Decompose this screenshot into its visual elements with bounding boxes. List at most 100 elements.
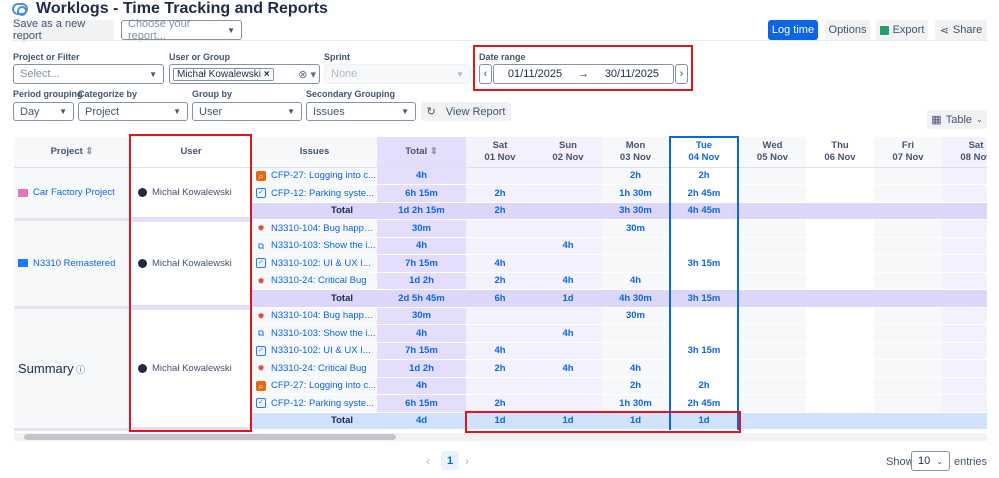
day-value[interactable] [466,324,534,343]
day-value[interactable] [942,167,987,185]
day-value[interactable] [942,272,987,290]
day-value[interactable] [806,167,874,185]
day-value[interactable]: 1h 30m [602,184,670,203]
day-value[interactable] [806,377,874,395]
day-value[interactable] [942,219,987,238]
day-value[interactable]: 4h [534,272,602,290]
issue-link[interactable]: N3310-104: Bug happe... [271,310,377,321]
view-report-button[interactable]: ↻ View Report [421,102,511,121]
issue-cell[interactable]: ✓ CFP-12: Parking syste... [252,184,377,203]
day-value[interactable]: 4h [534,359,602,378]
column-header-day[interactable]: Sun 02 Nov [534,137,602,168]
day-value[interactable] [534,342,602,360]
day-value[interactable] [874,359,942,378]
day-value[interactable]: 4h [602,359,670,378]
day-value[interactable]: 2h [466,359,534,378]
prev-page-icon[interactable]: ‹ [426,454,430,468]
period-select[interactable]: Day ▼ [13,102,74,121]
group-by-select[interactable]: User ▼ [192,102,302,121]
day-value[interactable]: 4h [534,237,602,255]
column-header-project[interactable]: Project ⇕ [14,137,130,168]
day-value[interactable]: 2h [669,377,739,395]
day-value[interactable] [534,254,602,273]
issue-link[interactable]: N3310-24: Critical Bug [271,363,367,374]
column-header-day[interactable]: Sat 01 Nov [466,137,534,168]
day-value[interactable]: 4h [534,324,602,343]
day-value[interactable] [806,219,874,238]
day-value[interactable] [466,307,534,325]
issue-link[interactable]: CFP-12: Parking syste... [271,398,374,409]
project-cell[interactable]: Summary ⓘ [14,307,130,431]
day-value[interactable] [466,167,534,185]
report-select[interactable]: Choose your report... ▼ [121,18,242,42]
issue-cell[interactable]: ⧉ N3310-103: Show the i... [252,324,377,343]
issue-cell[interactable]: ✓ N3310-102: UI & UX I... [252,254,377,273]
day-value[interactable] [806,324,874,343]
day-value[interactable] [806,307,874,325]
issue-cell[interactable]: ✓ CFP-12: Parking syste... [252,394,377,413]
issue-link[interactable]: N3310-102: UI & UX I... [271,258,371,269]
day-value[interactable] [602,324,670,343]
day-value[interactable]: 4h [466,254,534,273]
column-header-total[interactable]: Total ⇕ [377,137,466,168]
day-value[interactable] [874,254,942,273]
day-value[interactable] [942,359,987,378]
issue-link[interactable]: CFP-27: Logging into c... [271,170,376,181]
day-value[interactable] [874,237,942,255]
issue-link[interactable]: N3310-103: Show the i... [271,328,376,339]
day-value[interactable] [738,184,806,203]
issue-link[interactable]: N3310-104: Bug happe... [271,223,377,234]
day-value[interactable] [874,377,942,395]
project-link[interactable]: Car Factory Project [33,187,115,198]
horizontal-scrollbar[interactable] [14,433,987,441]
day-value[interactable] [602,237,670,255]
day-value[interactable] [738,307,806,325]
issue-cell[interactable]: ✹ N3310-24: Critical Bug [252,272,377,290]
column-header-day[interactable]: Fri 07 Nov [874,137,942,168]
column-header-day[interactable]: Mon 03 Nov [602,137,670,168]
day-value[interactable] [738,394,806,413]
day-value[interactable] [738,359,806,378]
day-value[interactable]: 2h [602,377,670,395]
column-header-day[interactable]: Sat08 Nov [942,137,987,168]
day-value[interactable] [738,377,806,395]
day-value[interactable] [874,167,942,185]
day-value[interactable] [806,394,874,413]
issue-link[interactable]: N3310-102: UI & UX I... [271,345,371,356]
day-value[interactable] [669,359,739,378]
column-header-day[interactable]: Thu 06 Nov [806,137,874,168]
project-link[interactable]: N3310 Remastered [33,258,115,269]
day-value[interactable]: 4h [466,342,534,360]
day-value[interactable] [602,342,670,360]
sort-icon[interactable]: ⇕ [83,146,93,157]
day-value[interactable]: 3h 15m [669,342,739,360]
entries-select[interactable]: 10 ⌄ [911,451,950,471]
day-value[interactable] [806,254,874,273]
day-value[interactable] [669,307,739,325]
day-value[interactable] [806,184,874,203]
day-value[interactable]: 30m [602,219,670,238]
save-report-button[interactable]: Save as a new report [13,18,114,42]
day-value[interactable] [534,219,602,238]
day-value[interactable] [806,237,874,255]
day-value[interactable] [466,377,534,395]
date-prev-button[interactable]: ‹ [479,64,492,84]
day-value[interactable]: 2h [466,272,534,290]
remove-chip-icon[interactable]: × [264,69,270,80]
day-value[interactable] [874,324,942,343]
column-header-issues[interactable]: Issues [252,137,377,168]
issue-cell[interactable]: ✹ N3310-104: Bug happe... [252,219,377,238]
day-value[interactable] [669,219,739,238]
day-value[interactable] [942,394,987,413]
issue-link[interactable]: CFP-12: Parking syste... [271,188,374,199]
project-cell[interactable]: N3310 Remastered [14,219,130,309]
day-value[interactable] [942,184,987,203]
day-value[interactable]: 30m [602,307,670,325]
day-value[interactable] [942,324,987,343]
day-value[interactable] [942,254,987,273]
day-value[interactable] [669,237,739,255]
day-value[interactable]: 2h 45m [669,184,739,203]
user-filter-select[interactable]: Michał Kowalewski × ⊗ ▾ [169,64,320,84]
day-value[interactable] [942,377,987,395]
day-value[interactable] [669,324,739,343]
